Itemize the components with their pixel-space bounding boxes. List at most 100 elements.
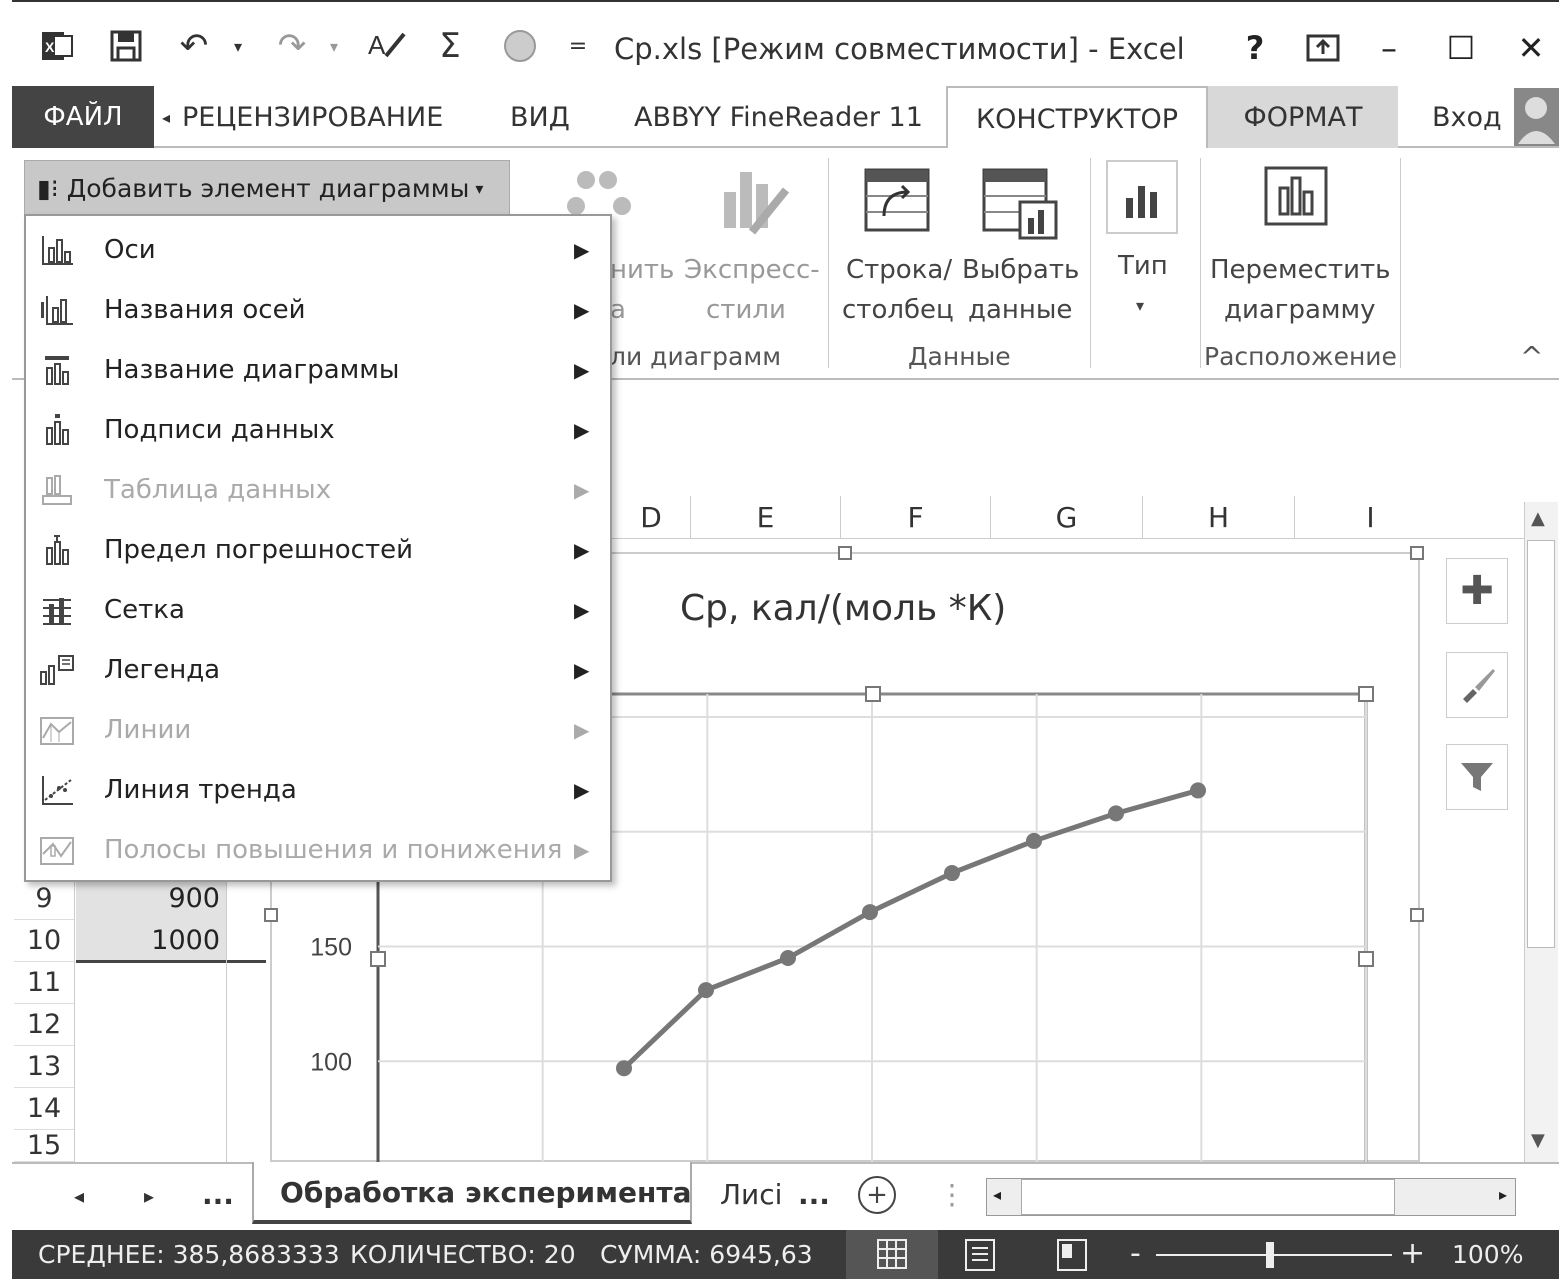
chart-resize-handle[interactable]: [1410, 546, 1424, 560]
change-colors-label-1[interactable]: нить: [610, 250, 674, 290]
move-chart-label-1[interactable]: Переместить: [1210, 250, 1390, 290]
chart-resize-handle[interactable]: [1410, 908, 1424, 922]
cell[interactable]: 1000: [76, 920, 226, 962]
sheet-nav-prev-icon[interactable]: ◂: [74, 1184, 84, 1208]
plot-resize-handle: [865, 686, 881, 702]
autosum-icon[interactable]: Σ: [428, 24, 472, 68]
select-data-label-1[interactable]: Выбрать: [962, 250, 1079, 290]
help-button[interactable]: ?: [1230, 26, 1280, 70]
minimize-button[interactable]: –: [1364, 26, 1414, 70]
maximize-button[interactable]: ☐: [1436, 26, 1486, 70]
normal-view-button[interactable]: [846, 1230, 938, 1279]
menu-item-trendline[interactable]: Линия тренда ▶: [26, 760, 610, 820]
horizontal-scrollbar[interactable]: ◂ ▸: [986, 1178, 1516, 1216]
row-header[interactable]: 12: [14, 1004, 74, 1046]
customize-qat-icon[interactable]: =: [556, 24, 600, 68]
menu-item-data-labels[interactable]: Подписи данных ▶: [26, 400, 610, 460]
column-header[interactable]: G: [990, 496, 1142, 538]
column-header[interactable]: E: [690, 496, 840, 538]
ribbon-display-icon[interactable]: [1298, 26, 1348, 70]
row-column-label-1[interactable]: Строка/: [846, 250, 952, 290]
circle-icon[interactable]: [498, 24, 542, 68]
chart-title[interactable]: Ср, кал/(моль *К): [680, 588, 1006, 629]
sheet-tabs-more[interactable]: ...: [798, 1178, 830, 1211]
tab-abbyy[interactable]: ABBYY FineReader 11: [634, 86, 923, 148]
tab-constructor[interactable]: КОНСТРУКТОР: [946, 86, 1208, 150]
row-header[interactable]: 10: [14, 920, 74, 962]
scroll-left-icon[interactable]: ◂: [993, 1185, 1001, 1204]
select-data-label-2[interactable]: данные: [968, 290, 1072, 330]
redo-dropdown-icon[interactable]: ▾: [312, 24, 356, 68]
express-styles-label-2[interactable]: стили: [706, 290, 786, 330]
tab-scroll-left-icon[interactable]: ◂: [162, 86, 182, 148]
menu-item-updown-bars[interactable]: Полосы повышения и понижения ▶: [26, 820, 610, 880]
column-header[interactable]: F: [840, 496, 990, 538]
row-column-label-2[interactable]: столбец: [842, 290, 954, 330]
page-layout-icon[interactable]: [962, 1238, 998, 1272]
chart-filter-icon[interactable]: [1446, 744, 1508, 810]
tab-view[interactable]: ВИД: [510, 86, 570, 148]
sheet-tab[interactable]: Лисі: [720, 1178, 782, 1211]
tab-format[interactable]: ФОРМАТ: [1208, 86, 1398, 148]
zoom-level[interactable]: 100%: [1452, 1240, 1523, 1269]
collapse-ribbon-icon[interactable]: ^: [1520, 340, 1543, 373]
cell[interactable]: 900: [76, 878, 226, 920]
hscroll-thumb[interactable]: [1021, 1179, 1395, 1215]
row-header[interactable]: 11: [14, 962, 74, 1004]
chart-type-icon[interactable]: [1106, 160, 1178, 234]
change-colors-label-2[interactable]: а: [610, 290, 626, 330]
chart-type-label[interactable]: Тип: [1118, 246, 1168, 286]
menu-item-chart-title[interactable]: Название диаграммы ▶: [26, 340, 610, 400]
row-header[interactable]: 15: [14, 1130, 74, 1162]
zoom-slider-thumb[interactable]: [1266, 1242, 1274, 1268]
menu-item-data-table[interactable]: Таблица данных ▶: [26, 460, 610, 520]
add-chart-element-plus-icon[interactable]: ✚: [1446, 558, 1508, 624]
move-chart-icon[interactable]: [1260, 162, 1332, 234]
chart-resize-handle[interactable]: [838, 546, 852, 560]
move-chart-label-2[interactable]: диаграмму: [1224, 290, 1376, 330]
sheet-tabs-more-left[interactable]: ...: [202, 1178, 234, 1211]
chart-type-dropdown-icon[interactable]: ▾: [1136, 286, 1144, 326]
scroll-down-icon[interactable]: ▼: [1531, 1130, 1545, 1151]
add-sheet-icon[interactable]: +: [858, 1176, 896, 1214]
tab-file[interactable]: ФАЙЛ: [12, 86, 154, 148]
page-break-preview-icon[interactable]: [1054, 1238, 1090, 1272]
scroll-up-icon[interactable]: ▲: [1531, 508, 1545, 529]
menu-item-legend[interactable]: Легенда ▶: [26, 640, 610, 700]
avatar[interactable]: [1514, 88, 1559, 146]
save-icon[interactable]: [104, 24, 148, 68]
undo-dropdown-icon[interactable]: ▾: [216, 24, 260, 68]
column-header[interactable]: I: [1294, 496, 1446, 538]
switch-row-column-icon[interactable]: [862, 166, 932, 236]
column-header[interactable]: H: [1142, 496, 1294, 538]
menu-item-gridlines[interactable]: Сетка ▶: [26, 580, 610, 640]
row-header[interactable]: 14: [14, 1088, 74, 1130]
row-header[interactable]: 9: [14, 878, 74, 920]
express-styles-label-1[interactable]: Экспресс-: [684, 250, 820, 290]
spelling-icon[interactable]: A: [364, 24, 408, 68]
row-header[interactable]: 13: [14, 1046, 74, 1088]
zoom-in-icon[interactable]: +: [1400, 1236, 1425, 1271]
menu-item-error-bars[interactable]: Предел погрешностей ▶: [26, 520, 610, 580]
menu-item-lines[interactable]: Линии ▶: [26, 700, 610, 760]
menu-item-axis-titles[interactable]: Названия осей ▶: [26, 280, 610, 340]
chart-styles-brush-icon[interactable]: [1446, 652, 1508, 718]
sheet-tab-active[interactable]: Обработка эксперимента: [252, 1162, 692, 1224]
vertical-scrollbar[interactable]: ▲ ▼: [1524, 502, 1558, 1162]
undo-icon[interactable]: ↶: [172, 24, 216, 68]
select-data-icon[interactable]: [980, 166, 1060, 242]
zoom-out-icon[interactable]: -: [1130, 1236, 1141, 1271]
sheet-nav-next-icon[interactable]: ▸: [144, 1184, 154, 1208]
close-button[interactable]: ✕: [1506, 26, 1556, 70]
tab-review[interactable]: РЕЦЕНЗИРОВАНИЕ: [182, 86, 443, 148]
redo-icon[interactable]: ↷: [270, 24, 314, 68]
login-link[interactable]: Вход: [1432, 86, 1502, 148]
scroll-right-icon[interactable]: ▸: [1499, 1185, 1507, 1204]
tab-splitter-icon[interactable]: ⋮: [938, 1178, 966, 1211]
menu-item-axes[interactable]: Оси ▶: [26, 220, 610, 280]
scroll-thumb[interactable]: [1527, 540, 1555, 948]
express-styles-icon[interactable]: [712, 162, 792, 242]
zoom-slider[interactable]: [1156, 1254, 1392, 1256]
column-header[interactable]: D: [612, 496, 690, 538]
add-chart-element-button[interactable]: ▮⁝ Добавить элемент диаграммы ▾: [24, 160, 510, 216]
